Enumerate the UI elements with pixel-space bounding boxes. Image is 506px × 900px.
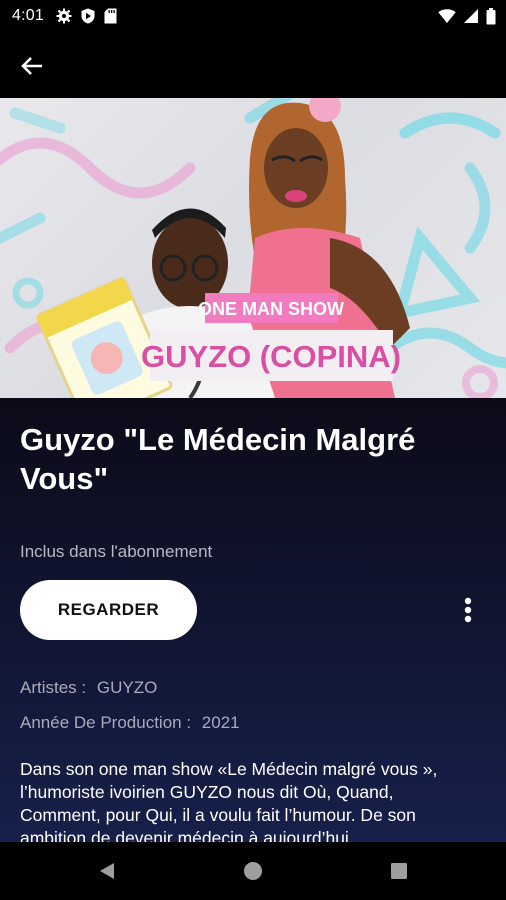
hero-tag: ONE MAN SHOW bbox=[198, 299, 344, 319]
year-value: 2021 bbox=[201, 713, 240, 732]
status-right-icons bbox=[438, 7, 496, 25]
artists-row: Artistes : GUYZO bbox=[20, 678, 157, 698]
app-bar bbox=[0, 32, 506, 98]
status-time: 4:01 bbox=[12, 7, 44, 24]
hero-banner: ONE MAN SHOW GUYZO (COPINA) bbox=[0, 98, 506, 398]
more-options-button[interactable] bbox=[452, 594, 484, 626]
signal-icon bbox=[464, 9, 478, 23]
back-button[interactable] bbox=[14, 48, 50, 84]
status-bar: 4:01 bbox=[0, 0, 506, 32]
artists-label: Artistes : bbox=[20, 678, 87, 697]
watch-button[interactable]: REGARDER bbox=[20, 580, 197, 640]
nav-recents-button[interactable] bbox=[382, 854, 416, 888]
navigation-bar bbox=[0, 842, 506, 900]
more-vertical-icon bbox=[464, 597, 472, 623]
home-circle-icon bbox=[244, 862, 262, 880]
recents-square-icon bbox=[391, 863, 407, 879]
detail-panel: Guyzo "Le Médecin Malgré Vous" Inclus da… bbox=[0, 398, 506, 842]
sd-card-icon bbox=[104, 8, 117, 24]
artists-value: GUYZO bbox=[96, 678, 158, 697]
year-label: Année De Production : bbox=[20, 713, 192, 732]
hero-illustration: ONE MAN SHOW GUYZO (COPINA) bbox=[0, 98, 506, 398]
subscription-label: Inclus dans l'abonnement bbox=[20, 542, 213, 561]
nav-home-button[interactable] bbox=[236, 854, 270, 888]
wifi-icon bbox=[438, 9, 456, 23]
status-left-icons bbox=[56, 8, 117, 24]
nav-back-button[interactable] bbox=[90, 854, 124, 888]
year-row: Année De Production : 2021 bbox=[20, 713, 240, 733]
description: Dans son one man show «Le Médecin malgré… bbox=[20, 759, 438, 842]
back-triangle-icon bbox=[100, 863, 114, 879]
play-protect-icon bbox=[81, 8, 95, 24]
gear-icon bbox=[56, 8, 72, 24]
battery-icon bbox=[486, 7, 496, 24]
hero-artist: GUYZO (COPINA) bbox=[141, 339, 401, 374]
arrow-left-icon bbox=[21, 57, 42, 75]
page-title: Guyzo "Le Médecin Malgré Vous" bbox=[20, 422, 416, 496]
